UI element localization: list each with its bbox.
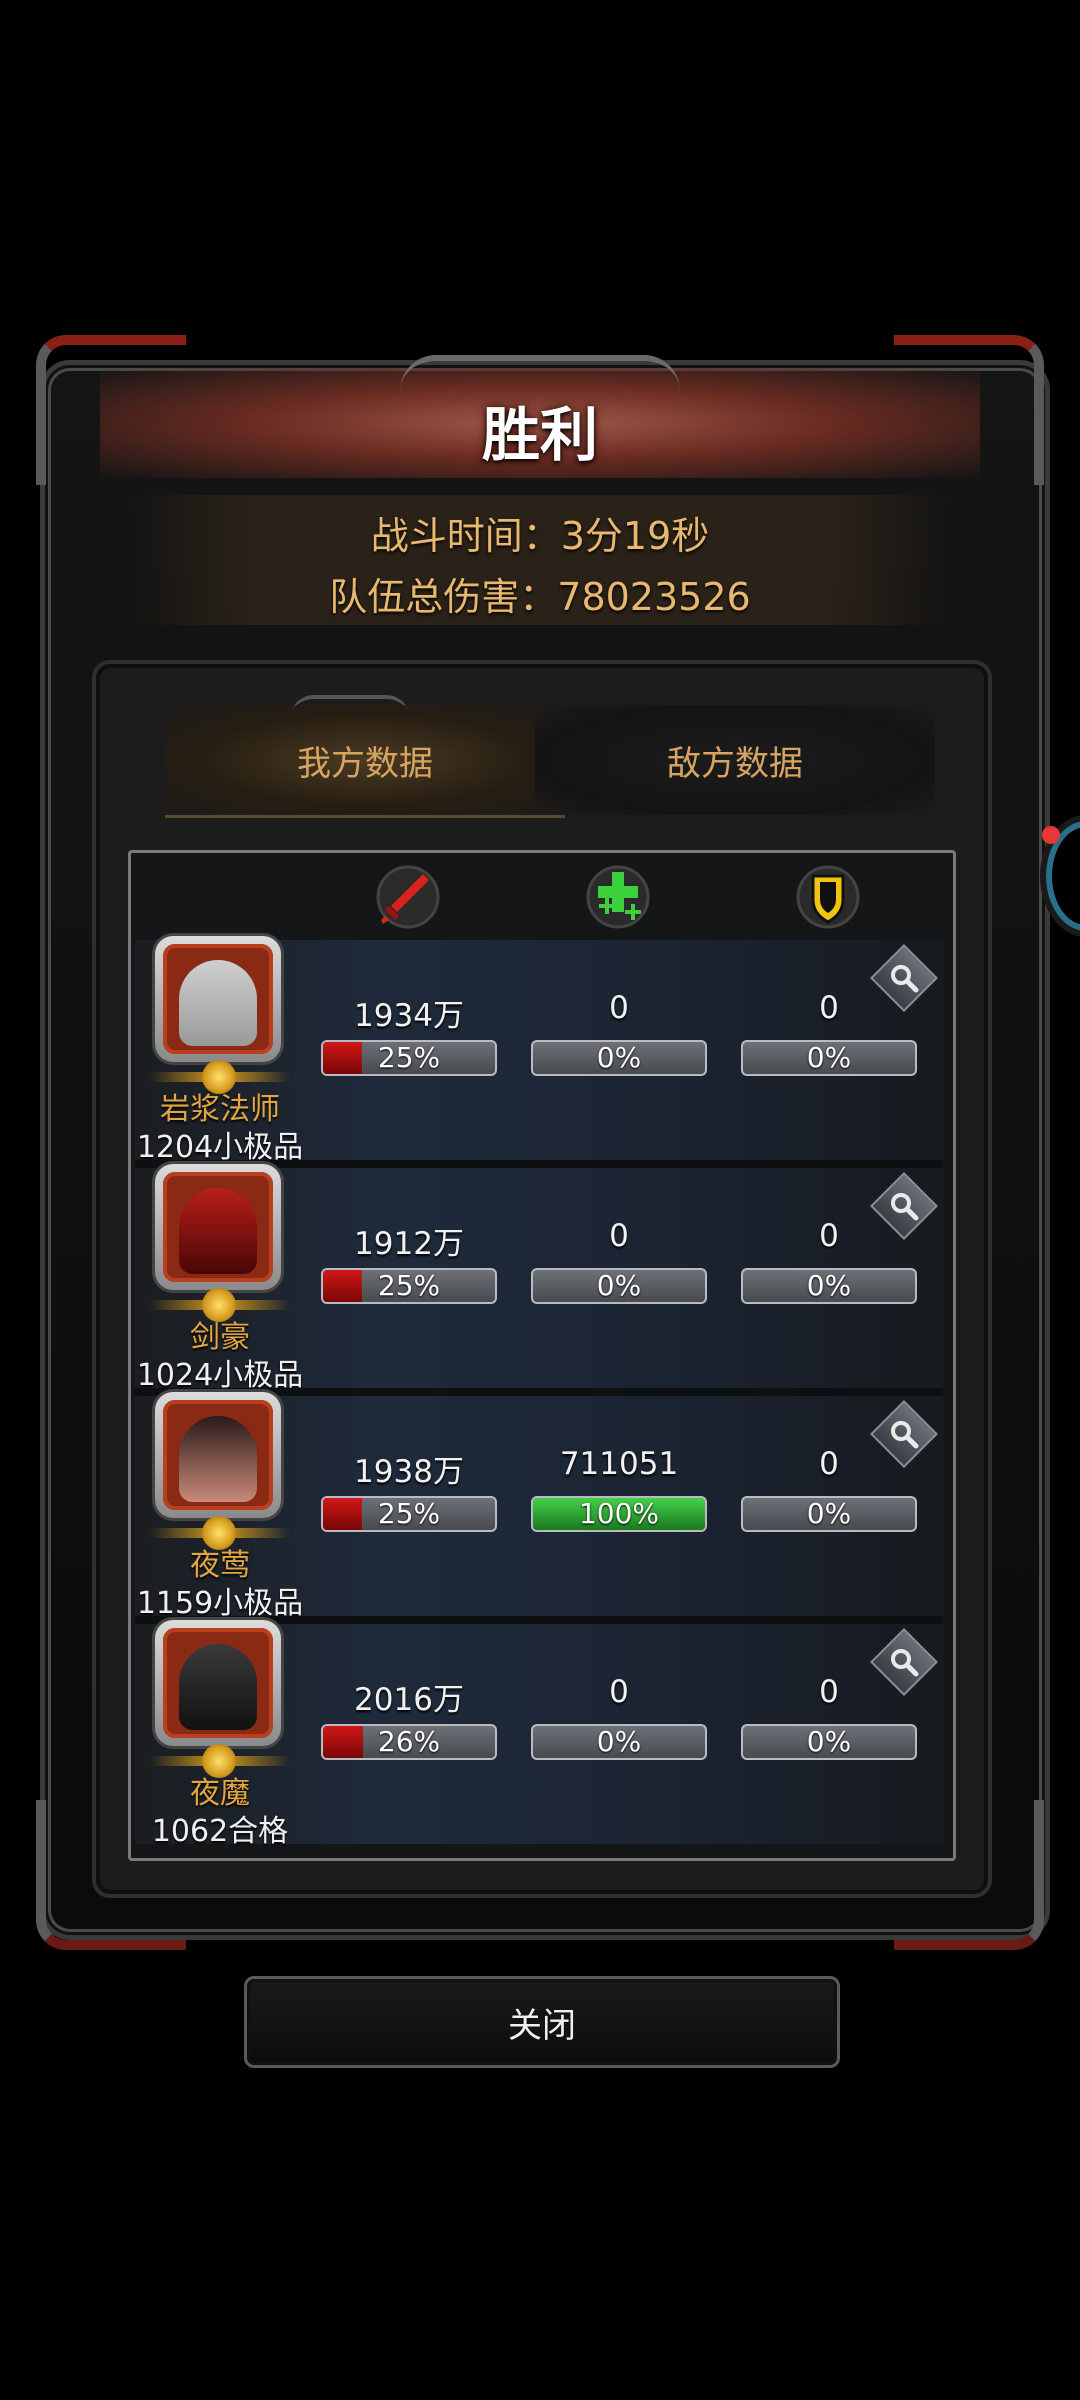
avatar-frame-inner bbox=[163, 944, 273, 1054]
hero-avatar[interactable] bbox=[155, 1392, 281, 1518]
heal-value: 711051 bbox=[559, 1446, 679, 1482]
damage-percent-label: 25% bbox=[377, 1041, 441, 1074]
battle-time: 战斗时间：3分19秒 bbox=[370, 514, 710, 558]
tank-percent-bar: 0% bbox=[741, 1268, 917, 1304]
damage-value: 1938万 bbox=[354, 1454, 464, 1490]
notification-dot bbox=[1042, 826, 1060, 844]
tank-percent-bar: 0% bbox=[741, 1724, 917, 1760]
damage-percent-bar: 25% bbox=[321, 1040, 497, 1076]
avatar-frame-inner bbox=[163, 1400, 273, 1510]
avatar-frame-inner bbox=[163, 1172, 273, 1282]
heal-value: 0 bbox=[609, 1674, 629, 1710]
hooded-girl-portrait bbox=[179, 1416, 257, 1502]
tank-percent-label: 0% bbox=[806, 1041, 852, 1074]
team-total-damage: 队伍总伤害：78023526 bbox=[329, 575, 751, 619]
heal-percent-label: 100% bbox=[578, 1497, 660, 1530]
tab-enemy-team[interactable]: 敌方数据 bbox=[535, 705, 935, 815]
heal-percent-bar: 100% bbox=[531, 1496, 707, 1532]
damage-percent-bar: 25% bbox=[321, 1496, 497, 1532]
heal-percent-bar: 0% bbox=[531, 1724, 707, 1760]
damage-percent-label: 26% bbox=[377, 1725, 441, 1758]
close-button[interactable]: 关闭 bbox=[244, 1976, 840, 2068]
title-ornament bbox=[400, 355, 680, 391]
damage-percent-label: 25% bbox=[377, 1497, 441, 1530]
silver-haired-elf-portrait bbox=[179, 960, 257, 1046]
heal-percent-label: 0% bbox=[596, 1725, 642, 1758]
heal-cross-icon bbox=[583, 862, 653, 932]
tab-my-team[interactable]: 我方数据 bbox=[165, 705, 565, 818]
heal-percent-label: 0% bbox=[596, 1041, 642, 1074]
tank-percent-label: 0% bbox=[806, 1497, 852, 1530]
hero-avatar[interactable] bbox=[155, 1164, 281, 1290]
red-demon-helm-portrait bbox=[179, 1188, 257, 1274]
damage-percent-label: 25% bbox=[377, 1269, 441, 1302]
sword-icon bbox=[373, 862, 443, 932]
tank-percent-bar: 0% bbox=[741, 1040, 917, 1076]
hero-power: 1062合格 bbox=[151, 1814, 289, 1849]
damage-percent-bar: 26% bbox=[321, 1724, 497, 1760]
tank-percent-label: 0% bbox=[806, 1725, 852, 1758]
damage-value: 2016万 bbox=[354, 1682, 464, 1718]
tank-percent-label: 0% bbox=[806, 1269, 852, 1302]
victory-title: 胜利 bbox=[481, 401, 598, 469]
shield-icon bbox=[793, 862, 863, 932]
hero-avatar[interactable] bbox=[155, 1620, 281, 1746]
damage-value: 1912万 bbox=[354, 1226, 464, 1262]
heal-value: 0 bbox=[609, 990, 629, 1026]
tank-percent-bar: 0% bbox=[741, 1496, 917, 1532]
heal-percent-bar: 0% bbox=[531, 1040, 707, 1076]
masked-ninja-portrait bbox=[179, 1644, 257, 1730]
avatar-frame-inner bbox=[163, 1628, 273, 1738]
damage-value: 1934万 bbox=[354, 998, 464, 1034]
hero-avatar[interactable] bbox=[155, 936, 281, 1062]
damage-percent-bar: 25% bbox=[321, 1268, 497, 1304]
heal-percent-label: 0% bbox=[596, 1269, 642, 1302]
heal-value: 0 bbox=[609, 1218, 629, 1254]
heal-percent-bar: 0% bbox=[531, 1268, 707, 1304]
